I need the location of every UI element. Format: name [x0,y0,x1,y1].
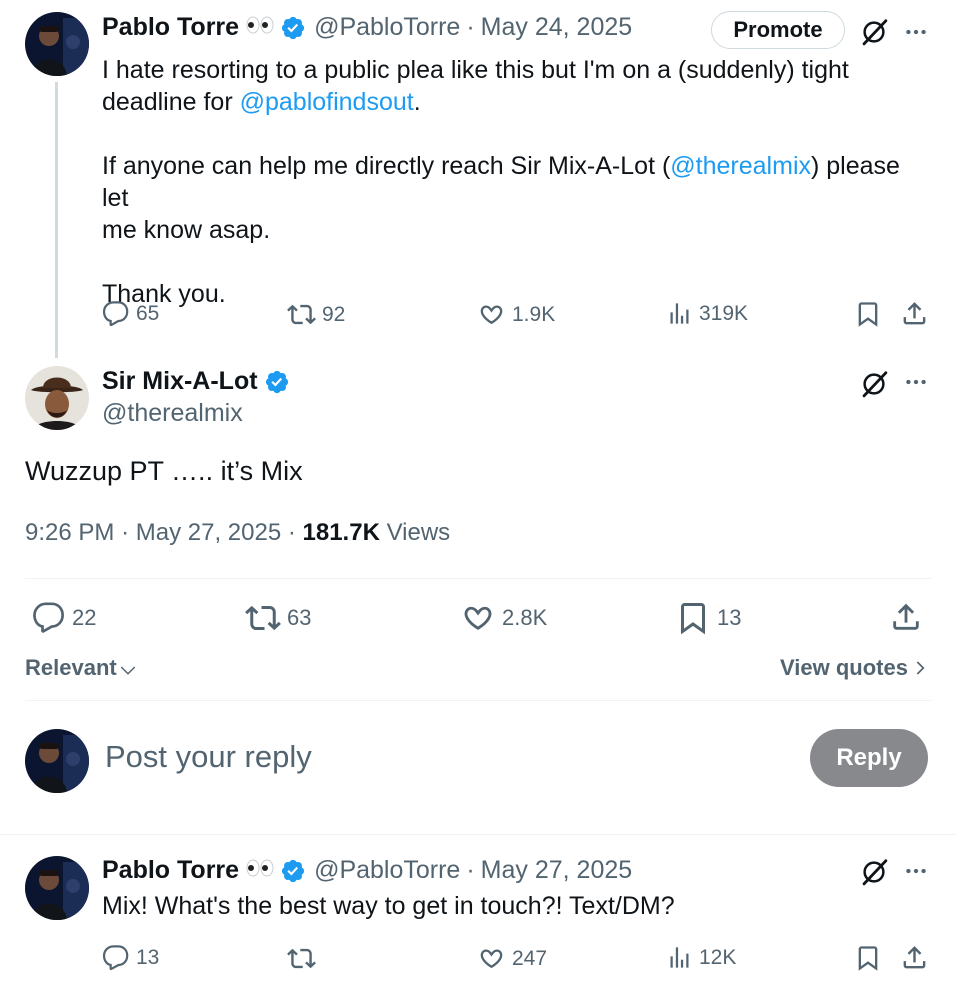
grok-icon[interactable] [859,857,889,887]
view-quotes-link[interactable]: View quotes [780,655,928,681]
repost-count: 63 [287,605,312,630]
reply-icon [32,601,66,635]
tweet-date[interactable]: May 27, 2025 [481,856,633,885]
eyes-emoji-icon [246,16,274,39]
bookmark-icon [675,600,711,636]
verified-badge-icon [264,369,290,395]
avatar[interactable] [25,729,89,793]
author-name[interactable]: Pablo Torre [102,13,239,42]
verified-badge-icon [280,15,306,41]
tweet-time[interactable]: 9:26 PM [25,519,114,546]
tweet-header: Pablo Torre @PabloTorre · May 27, 2025 [102,856,632,885]
tweet-text: I hate resorting to a public plea like t… [102,56,900,308]
reply-action[interactable]: 13 [102,944,159,972]
reply-action[interactable]: 65 [102,300,159,328]
chevron-right-icon [916,661,925,675]
grok-icon[interactable] [859,369,889,399]
tweet-text: Wuzzup PT ….. it’s Mix [25,456,303,486]
share-icon[interactable] [900,299,929,328]
verified-badge-icon [280,858,306,884]
promote-button[interactable]: Promote [711,11,845,49]
heart-icon [477,300,506,329]
heart-icon [477,944,506,973]
reply-icon [102,300,130,328]
tweet-metadata: 9:26 PM · May 27, 2025 · 181.7K Views [25,519,451,546]
views-count: 319K [699,301,749,325]
views-count: 12K [699,945,737,969]
repost-action[interactable]: 92 [287,300,345,329]
bookmark-icon[interactable] [854,944,882,972]
bookmark-icon[interactable] [854,300,882,328]
like-action[interactable]: 1.9K [477,300,555,329]
like-count: 247 [512,946,548,970]
tweet-date[interactable]: May 24, 2025 [481,13,633,42]
divider [25,578,931,579]
repost-action[interactable] [287,944,316,973]
repost-icon [245,600,281,636]
share-icon[interactable] [889,600,923,634]
like-count: 1.9K [512,302,556,326]
avatar[interactable] [25,856,89,920]
like-action[interactable]: 247 [477,944,547,973]
reply-count: 22 [72,605,97,630]
reply-count: 65 [136,302,160,325]
reply-count: 13 [136,946,160,969]
author-handle[interactable]: @PabloTorre [314,13,460,42]
bookmark-action[interactable]: 13 [675,600,741,636]
tweet-date[interactable]: May 27, 2025 [136,519,281,546]
more-options-icon[interactable] [903,19,929,45]
bookmark-count: 13 [717,605,742,630]
more-options-icon[interactable] [903,369,929,395]
repost-icon [287,944,316,973]
chevron-down-icon [120,665,135,675]
views-icon [666,944,693,971]
tweet-header: Sir Mix-A-Lot [102,367,290,396]
author-name[interactable]: Sir Mix-A-Lot [102,367,258,396]
views-action[interactable]: 319K [666,300,748,327]
view-quotes-label: View quotes [780,655,908,680]
reply-input[interactable]: Post your reply [105,739,312,775]
like-action[interactable]: 2.8K [460,600,547,636]
author-handle[interactable]: @therealmix [102,399,243,428]
repost-action[interactable]: 63 [245,600,311,636]
separator-dot: · [466,856,475,884]
views-count: 181.7K [302,519,380,546]
author-handle[interactable]: @PabloTorre [314,856,460,885]
avatar[interactable] [25,12,89,76]
reply-icon [102,944,130,972]
share-icon[interactable] [900,943,929,972]
repost-icon [287,300,316,329]
tweet-header: Pablo Torre @PabloTorre · May 24, 2025 [102,13,632,42]
author-name[interactable]: Pablo Torre [102,856,239,885]
more-options-icon[interactable] [903,858,929,884]
grok-icon[interactable] [859,17,889,47]
repost-count: 92 [322,302,346,326]
mention-link[interactable]: @pablofindsout [240,88,414,116]
separator-dot: · [466,13,475,41]
like-count: 2.8K [502,605,548,630]
sort-replies-dropdown[interactable]: Relevant [25,655,137,681]
divider [0,834,956,835]
eyes-emoji-icon [246,859,274,882]
sort-label: Relevant [25,655,117,680]
thread-connector-line [55,82,58,358]
divider [25,700,931,701]
reply-action[interactable]: 22 [32,601,96,635]
views-label: Views [386,519,451,546]
mention-link[interactable]: @therealmix [670,152,811,180]
heart-icon [460,600,496,636]
views-action[interactable]: 12K [666,944,736,971]
avatar[interactable] [25,366,89,430]
reply-button[interactable]: Reply [810,729,928,787]
views-icon [666,300,693,327]
tweet-text: Mix! What's the best way to get in touch… [102,892,675,920]
